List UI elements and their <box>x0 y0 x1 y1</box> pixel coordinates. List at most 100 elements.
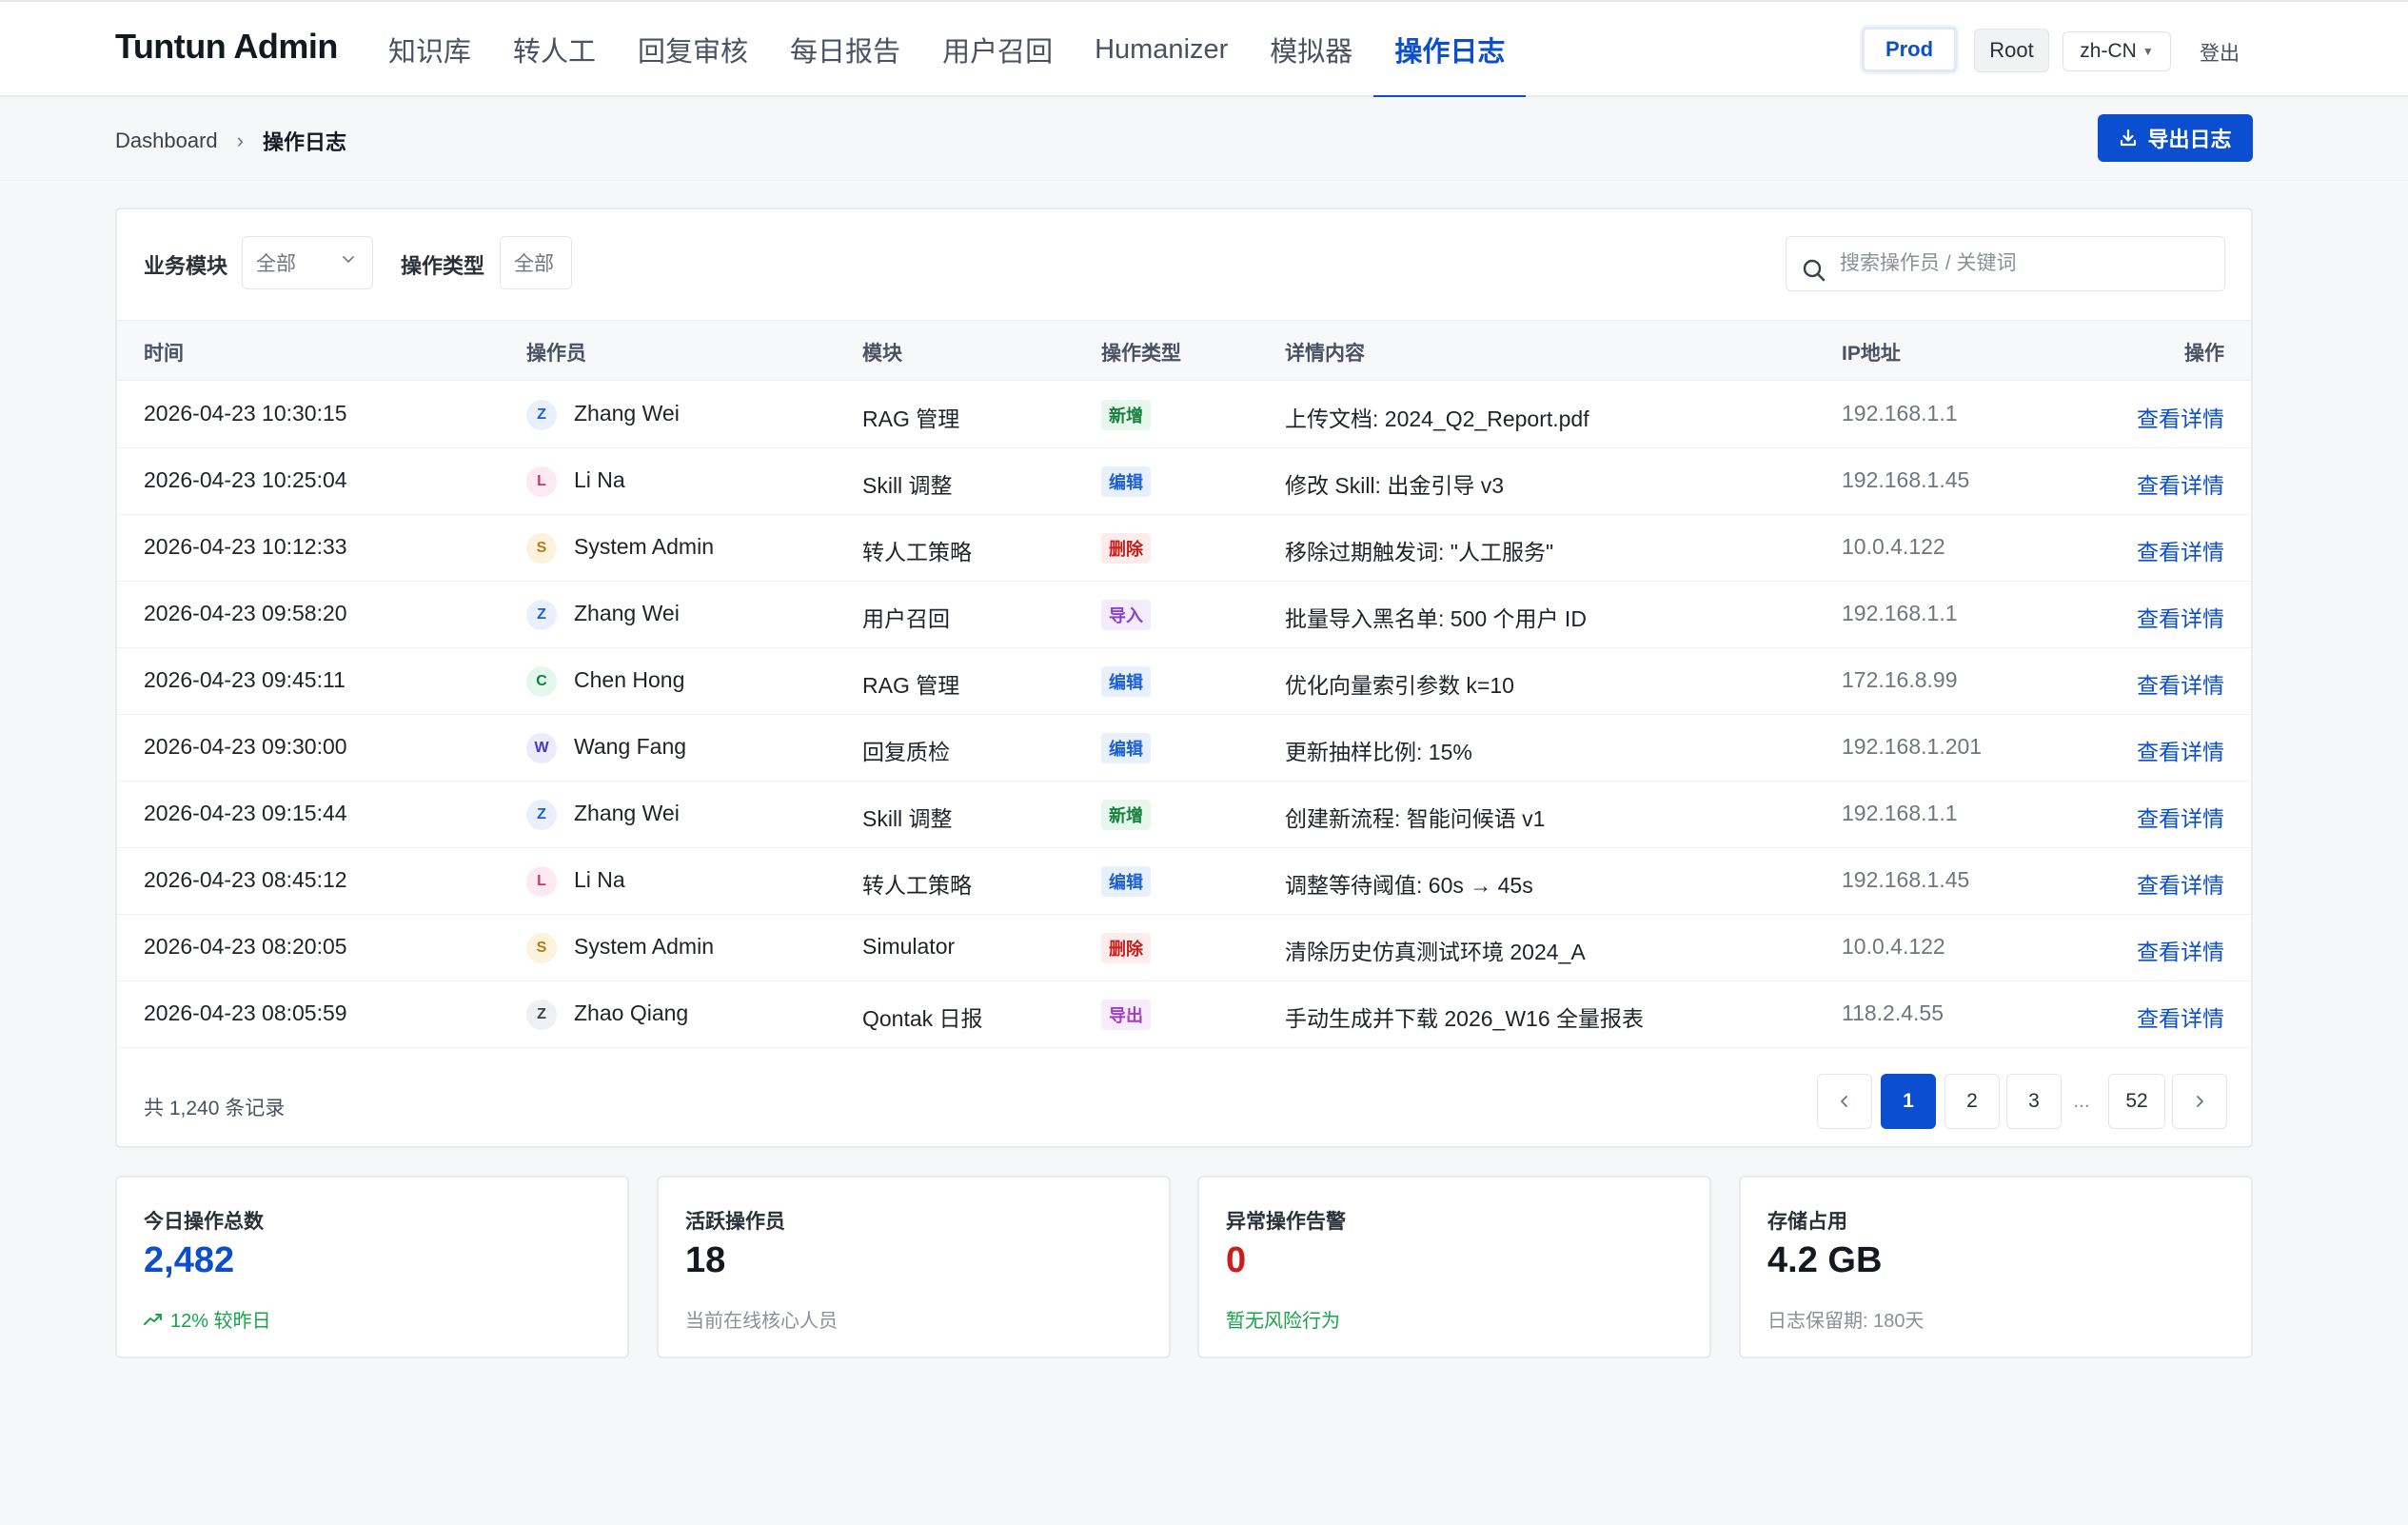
page-2-button[interactable]: 2 <box>1944 1074 2000 1129</box>
table-row: 2026-04-23 09:15:44 Z Zhang Wei Skill 调整… <box>117 782 2251 848</box>
row-ip: 10.0.4.122 <box>1842 534 1945 559</box>
col-operator: 操作员 <box>526 343 586 365</box>
next-page-button[interactable] <box>2172 1074 2227 1129</box>
stat-label: 异常操作告警 <box>1226 1211 1346 1233</box>
type-badge: 编辑 <box>1101 466 1151 497</box>
language-select[interactable]: zh-CN ▼ <box>2063 31 2171 71</box>
row-detail: 批量导入黑名单: 500 个用户 ID <box>1285 606 1587 631</box>
avatar: S <box>526 933 557 963</box>
row-module: RAG 管理 <box>862 406 960 431</box>
stat-label: 活跃操作员 <box>685 1211 785 1233</box>
language-value: zh-CN <box>2080 40 2137 62</box>
view-details-link[interactable]: 查看详情 <box>2137 401 2224 433</box>
avatar: Z <box>526 1000 557 1030</box>
breadcrumb-bar: Dashboard › 操作日志 导出日志 <box>0 97 2408 181</box>
view-details-link[interactable]: 查看详情 <box>2137 801 2224 833</box>
nav-humanizer[interactable]: Humanizer <box>1074 2 1249 97</box>
table-row: 2026-04-23 10:12:33 S System Admin 转人工策略… <box>117 515 2251 582</box>
search-input[interactable] <box>1840 247 2211 281</box>
table-row: 2026-04-23 09:30:00 W Wang Fang 回复质检 编辑 … <box>117 715 2251 782</box>
avatar: L <box>526 866 557 897</box>
type-filter-select[interactable]: 全部 <box>500 236 572 289</box>
operation-log-card: 业务模块 全部 操作类型 全部 时间 操作员 模块 操作类型 详情内容 IP地址… <box>115 208 2253 1148</box>
module-filter-select[interactable]: 全部 <box>242 236 373 289</box>
row-ip: 10.0.4.122 <box>1842 934 1945 959</box>
avatar: Z <box>526 400 557 430</box>
row-operator: System Admin <box>574 534 714 559</box>
avatar: W <box>526 733 557 763</box>
stat-card-active-operators: 活跃操作员 18 当前在线核心人员 <box>657 1176 1171 1358</box>
nav-reply-review[interactable]: 回复审核 <box>617 2 769 97</box>
stat-subtext: 日志保留期: 180天 <box>1767 1311 1924 1332</box>
row-operator: Chen Hong <box>574 667 685 692</box>
brand-logo[interactable]: Tuntun Admin <box>115 27 338 67</box>
row-ip: 192.168.1.1 <box>1842 401 1958 426</box>
col-time: 时间 <box>144 343 184 365</box>
row-operator: Zhang Wei <box>574 401 680 426</box>
pagination-ellipsis: ... <box>2073 1090 2090 1112</box>
type-filter-label: 操作类型 <box>401 254 485 278</box>
nav-daily-report[interactable]: 每日报告 <box>769 2 921 97</box>
view-details-link[interactable]: 查看详情 <box>2137 601 2224 633</box>
breadcrumb-separator: › <box>236 129 244 152</box>
view-details-link[interactable]: 查看详情 <box>2137 867 2224 900</box>
page-last-button[interactable]: 52 <box>2108 1074 2165 1129</box>
search-icon <box>1803 259 1826 282</box>
row-detail: 更新抽样比例: 15% <box>1285 740 1472 764</box>
logout-link[interactable]: 登出 <box>2200 38 2240 67</box>
top-navbar: Tuntun Admin 知识库 转人工 回复审核 每日报告 用户召回 Huma… <box>0 0 2408 99</box>
prev-page-button[interactable] <box>1817 1074 1872 1129</box>
export-log-label: 导出日志 <box>2147 128 2232 151</box>
nav-handoff[interactable]: 转人工 <box>492 2 617 97</box>
row-time: 2026-04-23 09:30:00 <box>144 734 347 759</box>
row-ip: 192.168.1.1 <box>1842 801 1958 825</box>
nav-user-recall[interactable]: 用户召回 <box>921 2 1074 97</box>
nav-operation-log[interactable]: 操作日志 <box>1373 2 1527 99</box>
view-details-link[interactable]: 查看详情 <box>2137 1000 2224 1033</box>
table-header: 时间 操作员 模块 操作类型 详情内容 IP地址 操作 <box>117 320 2251 381</box>
total-records: 共 1,240 条记录 <box>144 1098 286 1119</box>
trend-up-icon <box>144 1313 162 1325</box>
type-badge: 导入 <box>1101 600 1151 630</box>
env-switch-button[interactable]: Prod <box>1862 27 1957 72</box>
download-icon <box>2121 129 2137 147</box>
view-details-link[interactable]: 查看详情 <box>2137 534 2224 566</box>
row-module: Skill 调整 <box>862 473 953 498</box>
stat-subtext: 12% 较昨日 <box>144 1305 271 1333</box>
row-detail: 手动生成并下载 2026_W16 全量报表 <box>1285 1006 1645 1031</box>
row-operator: Wang Fang <box>574 734 687 759</box>
table-row: 2026-04-23 10:25:04 L Li Na Skill 调整 编辑 … <box>117 448 2251 515</box>
page-3-button[interactable]: 3 <box>2006 1074 2062 1129</box>
type-badge: 编辑 <box>1101 666 1151 697</box>
table-row: 2026-04-23 08:45:12 L Li Na 转人工策略 编辑 调整等… <box>117 848 2251 915</box>
nav-knowledge-base[interactable]: 知识库 <box>367 2 492 97</box>
stat-value: 2,482 <box>144 1240 235 1280</box>
row-time: 2026-04-23 09:58:20 <box>144 601 347 625</box>
stat-subtext: 暂无风险行为 <box>1226 1311 1340 1332</box>
view-details-link[interactable]: 查看详情 <box>2137 667 2224 700</box>
col-type: 操作类型 <box>1101 343 1181 365</box>
role-badge[interactable]: Root <box>1974 29 2049 72</box>
stat-subtext: 当前在线核心人员 <box>685 1311 838 1332</box>
type-badge: 删除 <box>1101 933 1151 963</box>
view-details-link[interactable]: 查看详情 <box>2137 467 2224 500</box>
view-details-link[interactable]: 查看详情 <box>2137 934 2224 966</box>
search-box[interactable] <box>1786 236 2225 291</box>
col-module: 模块 <box>862 343 902 365</box>
stat-label: 存储占用 <box>1767 1211 1847 1233</box>
page-1-button[interactable]: 1 <box>1881 1074 1936 1129</box>
col-ip: IP地址 <box>1842 343 1901 365</box>
row-ip: 192.168.1.45 <box>1842 867 1970 892</box>
chevron-right-icon <box>2197 1096 2203 1107</box>
breadcrumb-current: 操作日志 <box>262 130 346 154</box>
stat-value: 0 <box>1226 1240 1247 1280</box>
nav-simulator[interactable]: 模拟器 <box>1249 2 1373 97</box>
view-details-link[interactable]: 查看详情 <box>2137 734 2224 766</box>
row-ip: 172.16.8.99 <box>1842 667 1958 692</box>
type-filter-value: 全部 <box>514 253 554 275</box>
row-time: 2026-04-23 10:25:04 <box>144 467 347 492</box>
table-row: 2026-04-23 08:20:05 S System Admin Simul… <box>117 915 2251 981</box>
breadcrumb-home[interactable]: Dashboard <box>115 129 218 153</box>
row-module: Simulator <box>862 934 956 959</box>
export-log-button[interactable]: 导出日志 <box>2098 114 2253 162</box>
